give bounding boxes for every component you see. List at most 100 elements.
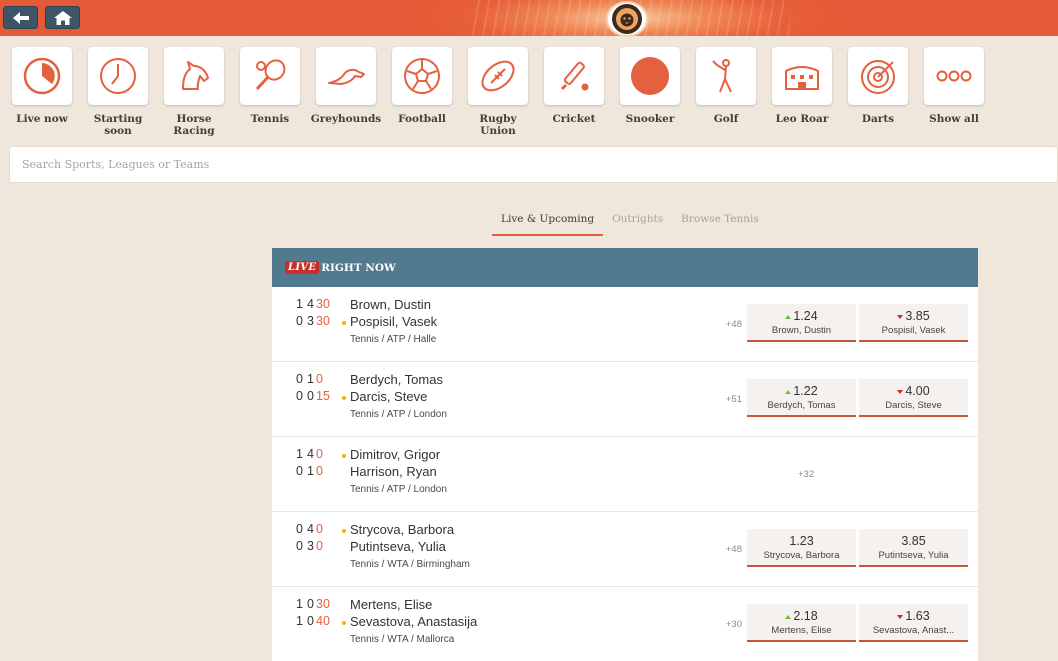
- sets-score: 0: [296, 522, 303, 536]
- games-score: 3: [307, 539, 314, 553]
- odds-button[interactable]: 4.00 Darcis, Steve: [859, 379, 968, 417]
- odds-down-arrow-icon: [897, 390, 904, 394]
- points-score: 0: [316, 539, 323, 553]
- sport-label: Football: [398, 113, 446, 125]
- odds-selection: Strycova, Barbora: [763, 550, 840, 561]
- match-row[interactable]: 0 4 0 Strycova, Barbora 0 3 0 Putintseva, Yulia…: [272, 512, 978, 587]
- league-path: Tennis / ATP / Halle: [350, 334, 437, 345]
- sport-tile[interactable]: [12, 47, 72, 105]
- sport-tile[interactable]: [316, 47, 376, 105]
- sport-rugby-union[interactable]: Rugby Union: [468, 47, 528, 137]
- live-badge: LIVE: [285, 261, 320, 274]
- more-markets-link[interactable]: +48: [726, 319, 742, 330]
- sets-score: 0: [296, 389, 303, 403]
- serving-indicator: [342, 529, 346, 533]
- home-button[interactable]: [45, 6, 80, 29]
- sport-live-now[interactable]: Live now: [12, 47, 72, 137]
- stadium-icon: [785, 66, 819, 90]
- odds-button[interactable]: 3.85 Pospisil, Vasek: [859, 304, 968, 342]
- more-markets-link[interactable]: +32: [798, 469, 814, 480]
- tennis-icon: [255, 59, 286, 91]
- player-name: Brown, Dustin: [350, 297, 431, 312]
- back-button[interactable]: [3, 6, 38, 29]
- points-score: 40: [316, 614, 330, 628]
- odds-button[interactable]: 1.23 Strycova, Barbora: [747, 529, 856, 567]
- sport-leo-roar[interactable]: Leo Roar: [772, 47, 832, 137]
- sets-score: 0: [296, 372, 303, 386]
- sport-tennis[interactable]: Tennis: [240, 47, 300, 137]
- odds-up-arrow-icon: [785, 315, 792, 319]
- player-name: Darcis, Steve: [350, 389, 428, 404]
- sport-tile[interactable]: [240, 47, 300, 105]
- panel-header: LIVE RIGHT NOW: [272, 248, 978, 287]
- odds-selection: Putintseva, Yulia: [878, 550, 949, 561]
- sport-darts[interactable]: Darts: [848, 47, 908, 137]
- sport-cricket[interactable]: Cricket: [544, 47, 604, 137]
- match-row[interactable]: 0 1 0 Berdych, Tomas 0 0 15 Darcis, Steve Tennis…: [272, 362, 978, 437]
- odds-selection: Brown, Dustin: [771, 325, 832, 336]
- points-score: 0: [316, 447, 323, 461]
- odds-button[interactable]: 1.63 Sevastova, Anast...: [859, 604, 968, 642]
- odds-button[interactable]: 3.85 Putintseva, Yulia: [859, 529, 968, 567]
- sport-snooker[interactable]: Snooker: [620, 47, 680, 137]
- player-score: 140: [272, 447, 334, 461]
- match-row[interactable]: 1 0 30 Mertens, Elise 1 0 40 Sevastova, Anastas…: [272, 587, 978, 661]
- football-icon: [404, 58, 440, 94]
- sport-football[interactable]: Football: [392, 47, 452, 137]
- sport-tile[interactable]: [848, 47, 908, 105]
- odds-up-arrow-icon: [785, 615, 792, 619]
- sport-tile[interactable]: [924, 47, 984, 105]
- sport-show-all[interactable]: Show all: [924, 47, 984, 137]
- tab-browse-tennis[interactable]: Browse Tennis: [672, 212, 768, 236]
- more-markets-link[interactable]: +51: [726, 394, 742, 405]
- match-row[interactable]: 1 4 30 Brown, Dustin 0 3 30 Pospisil, Vasek Tenn…: [272, 287, 978, 362]
- sport-golf[interactable]: Golf: [696, 47, 756, 137]
- games-score: 0: [307, 614, 314, 628]
- sport-tile[interactable]: [164, 47, 224, 105]
- sport-label: Rugby Union: [479, 113, 517, 137]
- leo-lion-logo[interactable]: [606, 1, 648, 37]
- sport-starting-soon[interactable]: Starting soon: [88, 47, 148, 137]
- player-score: 040: [272, 522, 334, 536]
- player-name: Strycova, Barbora: [350, 522, 455, 537]
- points-score: 30: [316, 314, 330, 328]
- sport-label: Horse Racing: [173, 113, 215, 137]
- odds-button[interactable]: 2.18 Mertens, Elise: [747, 604, 856, 642]
- sport-label: Tennis: [250, 113, 290, 125]
- search-input[interactable]: [9, 146, 1058, 183]
- more-markets-link[interactable]: +48: [726, 544, 742, 555]
- match-row[interactable]: 1 4 0 Dimitrov, Grigor 0 1 0 Harrison, Ryan Tenn…: [272, 437, 978, 512]
- odds-value: 4.00: [859, 384, 968, 399]
- games-score: 1: [307, 464, 314, 478]
- sport-tile[interactable]: [772, 47, 832, 105]
- tab-live-upcoming[interactable]: Live & Upcoming: [492, 212, 604, 236]
- sport-horse-racing[interactable]: Horse Racing: [164, 47, 224, 137]
- sport-tile[interactable]: [392, 47, 452, 105]
- tab-outrights[interactable]: Outrights: [603, 212, 672, 236]
- league-path: Tennis / WTA / Mallorca: [350, 634, 455, 645]
- player-score: 1 0 30: [272, 597, 334, 611]
- sport-tile[interactable]: [620, 47, 680, 105]
- sport-label: Greyhounds: [310, 113, 382, 125]
- odds-button[interactable]: 1.22 Berdych, Tomas: [747, 379, 856, 417]
- live-right-now-panel: LIVE RIGHT NOW 1 4 30 Brown, Dustin 0 3 30 Posp…: [272, 248, 978, 661]
- golfer-icon: [712, 59, 732, 93]
- sport-tile[interactable]: [88, 47, 148, 105]
- odds-button[interactable]: 1.24 Brown, Dustin: [747, 304, 856, 342]
- serving-indicator: [342, 621, 346, 625]
- tennis-tabs: Live & Upcoming Outrights Browse Tennis: [492, 212, 768, 236]
- sport-tile[interactable]: [544, 47, 604, 105]
- sets-score: 1: [296, 297, 303, 311]
- odds-value: 1.23: [789, 534, 814, 548]
- back-arrow-icon: [12, 11, 29, 24]
- games-score: 4: [307, 297, 314, 311]
- sets-score: 0: [296, 464, 303, 478]
- sport-greyhounds[interactable]: Greyhounds: [311, 47, 381, 137]
- player-name: Putintseva, Yulia: [350, 539, 446, 554]
- sets-score: 1: [296, 597, 303, 611]
- odds-value: 1.24: [747, 309, 856, 324]
- sport-tile[interactable]: [696, 47, 756, 105]
- sport-tile[interactable]: [468, 47, 528, 105]
- player-name: Harrison, Ryan: [350, 464, 437, 479]
- more-markets-link[interactable]: +30: [726, 619, 742, 630]
